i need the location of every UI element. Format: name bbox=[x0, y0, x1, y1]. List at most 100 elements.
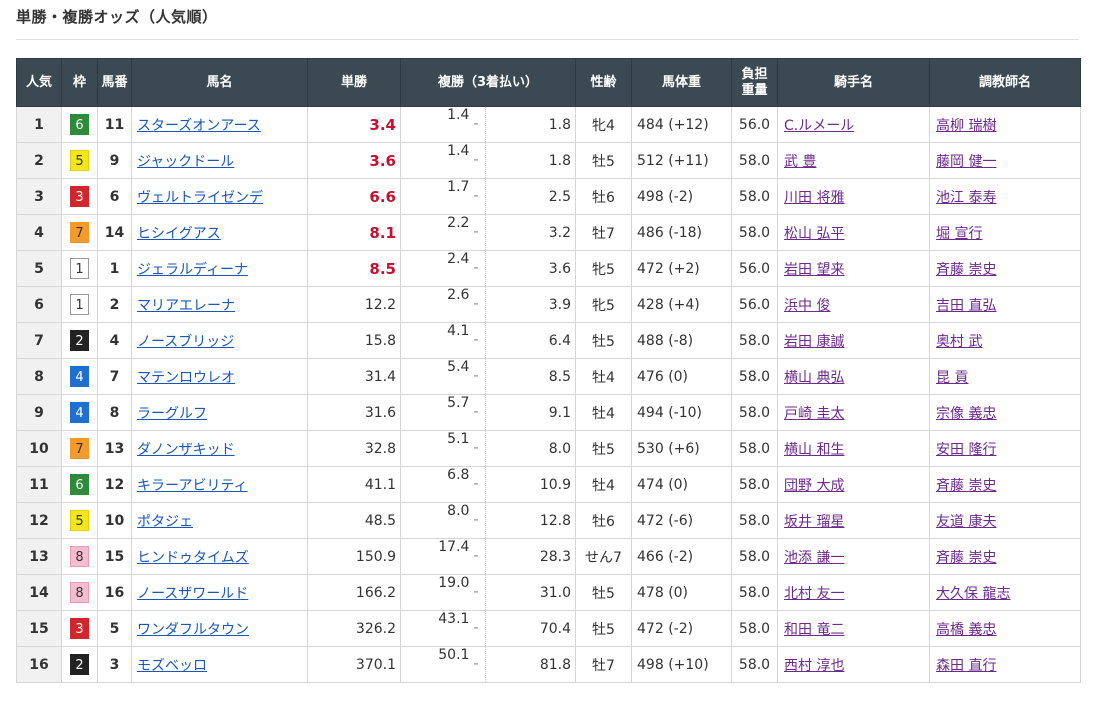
horse-name-link[interactable]: ノースブリッジ bbox=[137, 334, 234, 350]
trainer-link[interactable]: 吉田 直弘 bbox=[936, 298, 996, 314]
jockey-link[interactable]: 坂井 瑠星 bbox=[784, 514, 844, 530]
horse-cell: モズベッロ bbox=[131, 646, 308, 683]
horse-name-link[interactable]: キラーアビリティ bbox=[137, 478, 248, 494]
jockey-cell: 戸崎 圭太 bbox=[777, 394, 931, 431]
jockey-link[interactable]: 和田 竜二 bbox=[784, 622, 844, 638]
table-row: 15 3 5 ワンダフルタウン 326.2 43.1-70.4 牡5 472 (-2) 58.0… bbox=[16, 610, 1082, 647]
place-odds-low: 50.1 bbox=[438, 647, 470, 663]
jockey-link[interactable]: 浜中 俊 bbox=[784, 298, 830, 314]
jockey-link[interactable]: C.ルメール bbox=[784, 118, 854, 134]
table-row: 10 7 13 ダノンザキッド 32.8 5.1-8.0 牡5 530 (+6) 58.0 横山 … bbox=[16, 430, 1082, 467]
horse-name-link[interactable]: ラーグルフ bbox=[137, 406, 207, 422]
umaban-cell: 15 bbox=[97, 538, 132, 575]
umaban-cell: 8 bbox=[97, 394, 132, 431]
jockey-link[interactable]: 団野 大成 bbox=[784, 478, 844, 494]
trainer-cell: 堀 宣行 bbox=[929, 214, 1082, 251]
trainer-link[interactable]: 斉藤 崇史 bbox=[936, 478, 996, 494]
load-weight-cell: 58.0 bbox=[731, 610, 779, 647]
header-horse: 馬名 bbox=[131, 58, 308, 107]
jockey-cell: 横山 和生 bbox=[777, 430, 931, 467]
win-odds: 8.5 bbox=[369, 259, 396, 278]
load-weight-cell: 58.0 bbox=[731, 358, 779, 395]
trainer-link[interactable]: 池江 泰寿 bbox=[936, 190, 996, 206]
place-odds-high-cell: 1.8 bbox=[487, 106, 577, 143]
waku-cell: 8 bbox=[61, 574, 98, 611]
horse-name-link[interactable]: スターズオンアース bbox=[137, 118, 261, 134]
trainer-link[interactable]: 森田 直行 bbox=[936, 658, 996, 674]
trainer-link[interactable]: 友道 康夫 bbox=[936, 514, 996, 530]
horse-name-link[interactable]: ヒシイグアス bbox=[137, 226, 221, 242]
trainer-link[interactable]: 大久保 龍志 bbox=[936, 586, 1010, 602]
win-odds-cell: 166.2 bbox=[307, 574, 401, 611]
body-weight-cell: 530 (+6) bbox=[631, 430, 733, 467]
jockey-link[interactable]: 武 豊 bbox=[784, 154, 816, 170]
horse-name-link[interactable]: マテンロウレオ bbox=[137, 370, 235, 386]
horse-cell: ヒシイグアス bbox=[131, 214, 308, 251]
jockey-link[interactable]: 西村 淳也 bbox=[784, 658, 844, 674]
jockey-link[interactable]: 川田 将雅 bbox=[784, 190, 844, 206]
trainer-link[interactable]: 藤岡 健一 bbox=[936, 154, 996, 170]
place-odds-high-cell: 8.0 bbox=[487, 430, 577, 467]
horse-name-link[interactable]: ヴェルトライゼンデ bbox=[137, 190, 263, 206]
trainer-cell: 高橋 義忠 bbox=[929, 610, 1082, 647]
horse-name-link[interactable]: ポタジェ bbox=[137, 514, 193, 530]
trainer-link[interactable]: 斉藤 崇史 bbox=[936, 550, 996, 566]
title-divider bbox=[16, 39, 1079, 40]
trainer-cell: 友道 康夫 bbox=[929, 502, 1082, 539]
jockey-cell: 松山 弘平 bbox=[777, 214, 931, 251]
trainer-link[interactable]: 昆 貢 bbox=[936, 370, 968, 386]
horse-name-link[interactable]: マリアエレーナ bbox=[137, 298, 235, 314]
win-odds-cell: 3.6 bbox=[307, 142, 401, 179]
trainer-link[interactable]: 安田 隆行 bbox=[936, 442, 996, 458]
horse-name-link[interactable]: ダノンザキッド bbox=[137, 442, 235, 458]
rank-cell: 2 bbox=[16, 142, 62, 179]
jockey-link[interactable]: 岩田 望来 bbox=[784, 262, 844, 278]
umaban-cell: 5 bbox=[97, 610, 132, 647]
waku-badge: 3 bbox=[70, 186, 89, 207]
load-weight-cell: 58.0 bbox=[731, 322, 779, 359]
win-odds-cell: 48.5 bbox=[307, 502, 401, 539]
horse-name-link[interactable]: モズベッロ bbox=[137, 658, 207, 674]
trainer-link[interactable]: 高橋 義忠 bbox=[936, 622, 996, 638]
range-dash: - bbox=[473, 575, 486, 610]
horse-cell: ヒンドゥタイムズ bbox=[131, 538, 308, 575]
rank-cell: 13 bbox=[16, 538, 62, 575]
header-place: 複勝（3着払い） bbox=[399, 58, 577, 107]
trainer-link[interactable]: 奥村 武 bbox=[936, 334, 982, 350]
horse-name-link[interactable]: ヒンドゥタイムズ bbox=[137, 550, 249, 566]
waku-cell: 4 bbox=[61, 394, 98, 431]
trainer-cell: 森田 直行 bbox=[929, 646, 1082, 683]
jockey-link[interactable]: 松山 弘平 bbox=[784, 226, 844, 242]
horse-name-link[interactable]: ジェラルディーナ bbox=[137, 262, 248, 278]
waku-badge: 1 bbox=[70, 294, 89, 315]
place-odds-low: 19.0 bbox=[438, 575, 470, 591]
body-weight-cell: 472 (-2) bbox=[631, 610, 733, 647]
jockey-link[interactable]: 横山 典弘 bbox=[784, 370, 844, 386]
jockey-link[interactable]: 戸崎 圭太 bbox=[784, 406, 844, 422]
umaban-cell: 10 bbox=[97, 502, 132, 539]
waku-cell: 6 bbox=[61, 466, 98, 503]
header-umaban: 馬番 bbox=[97, 58, 132, 107]
jockey-cell: 浜中 俊 bbox=[777, 286, 931, 323]
horse-cell: キラーアビリティ bbox=[131, 466, 308, 503]
jockey-cell: 岩田 康誠 bbox=[777, 322, 931, 359]
trainer-link[interactable]: 高柳 瑞樹 bbox=[936, 118, 996, 134]
horse-name-link[interactable]: ジャックドール bbox=[137, 154, 234, 170]
sex-age-cell: 牡6 bbox=[575, 178, 633, 215]
table-row: 5 1 1 ジェラルディーナ 8.5 2.4-3.6 牝5 472 (+2) 56.0 岩田 望来… bbox=[16, 250, 1082, 287]
load-weight-cell: 58.0 bbox=[731, 466, 779, 503]
horse-name-link[interactable]: ワンダフルタウン bbox=[137, 622, 249, 638]
jockey-link[interactable]: 北村 友一 bbox=[784, 586, 844, 602]
place-odds-low-cell: 5.1- bbox=[400, 430, 488, 467]
trainer-link[interactable]: 斉藤 崇史 bbox=[936, 262, 996, 278]
trainer-link[interactable]: 堀 宣行 bbox=[936, 226, 982, 242]
jockey-link[interactable]: 池添 謙一 bbox=[784, 550, 844, 566]
trainer-link[interactable]: 宗像 義忠 bbox=[936, 406, 996, 422]
horse-name-link[interactable]: ノースザワールド bbox=[137, 586, 248, 602]
jockey-link[interactable]: 岩田 康誠 bbox=[784, 334, 844, 350]
jockey-link[interactable]: 横山 和生 bbox=[784, 442, 844, 458]
win-odds: 370.1 bbox=[355, 656, 396, 673]
place-odds-low-cell: 50.1- bbox=[400, 646, 488, 683]
waku-badge: 7 bbox=[70, 438, 89, 459]
sex-age-cell: 牡5 bbox=[575, 574, 633, 611]
